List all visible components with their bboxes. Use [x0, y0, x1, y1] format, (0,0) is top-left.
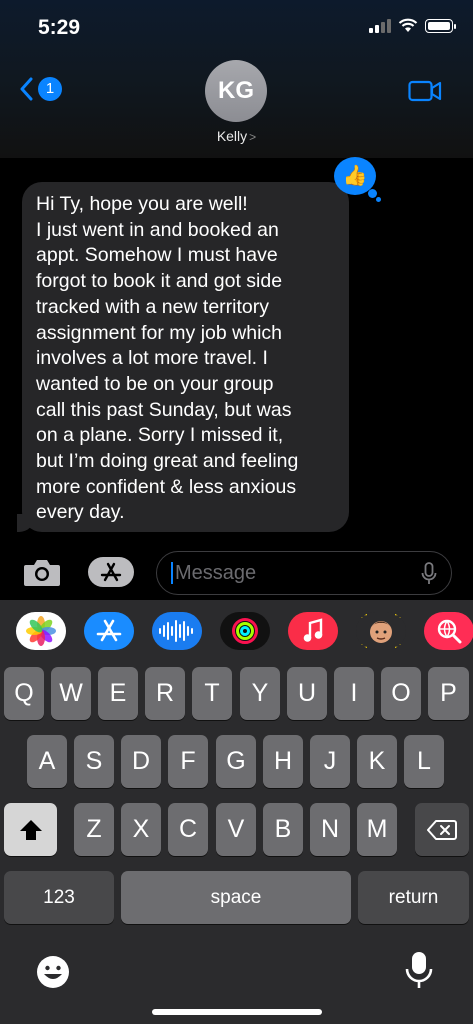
tapback-tail — [368, 189, 377, 198]
back-button[interactable]: 1 — [20, 77, 62, 101]
photos-app[interactable] — [16, 612, 66, 650]
dictation-button[interactable] — [421, 562, 437, 591]
message-placeholder: Message — [175, 561, 257, 584]
key-d[interactable]: D — [121, 735, 161, 788]
video-camera-icon — [408, 80, 442, 102]
keyboard-dictation-button[interactable] — [404, 950, 434, 997]
key-y[interactable]: Y — [240, 667, 280, 720]
conversation-header: 5:29 1 KG Kelly > — [0, 0, 473, 158]
camera-button[interactable] — [22, 557, 62, 592]
shift-arrow-icon — [19, 819, 42, 840]
key-k[interactable]: K — [357, 735, 397, 788]
key-m[interactable]: M — [357, 803, 397, 856]
chevron-right-icon: > — [249, 130, 257, 144]
return-key[interactable]: return — [358, 871, 469, 924]
key-t[interactable]: T — [192, 667, 232, 720]
key-c[interactable]: C — [168, 803, 208, 856]
key-a[interactable]: A — [27, 735, 67, 788]
app-store-button[interactable] — [88, 557, 134, 587]
key-x[interactable]: X — [121, 803, 161, 856]
numbers-key[interactable]: 123 — [4, 871, 114, 924]
camera-icon — [24, 560, 60, 586]
cellular-signal-icon — [369, 18, 391, 33]
key-o[interactable]: O — [381, 667, 421, 720]
facetime-video-button[interactable] — [408, 80, 442, 107]
wifi-icon — [398, 18, 418, 32]
key-r[interactable]: R — [145, 667, 185, 720]
status-icons — [369, 18, 456, 33]
music-app[interactable] — [288, 612, 338, 650]
battery-icon — [425, 18, 456, 33]
audio-message-app[interactable] — [152, 612, 202, 650]
unread-count-badge: 1 — [38, 77, 62, 101]
memoji-app[interactable] — [356, 612, 406, 650]
imessage-apps-row — [0, 612, 473, 654]
contact-name-label: Kelly — [216, 128, 248, 144]
message-input[interactable]: Message — [156, 551, 452, 595]
emoji-button[interactable] — [34, 953, 72, 996]
key-e[interactable]: E — [98, 667, 138, 720]
key-h[interactable]: H — [263, 735, 303, 788]
message-text: Hi Ty, hope you are well! I just went in… — [36, 193, 299, 524]
app-store-app[interactable] — [84, 612, 134, 650]
key-j[interactable]: J — [310, 735, 350, 788]
key-f[interactable]: F — [168, 735, 208, 788]
space-key[interactable]: space — [121, 871, 351, 924]
home-indicator[interactable] — [152, 1009, 322, 1015]
key-i[interactable]: I — [334, 667, 374, 720]
key-p[interactable]: P — [428, 667, 469, 720]
key-w[interactable]: W — [51, 667, 91, 720]
search-images-app[interactable] — [424, 612, 473, 650]
waveform-icon — [159, 620, 193, 642]
key-n[interactable]: N — [310, 803, 350, 856]
photos-icon — [26, 616, 56, 646]
tapback-tail-small — [376, 197, 381, 202]
microphone-icon — [405, 952, 433, 988]
activity-rings-icon — [232, 618, 258, 644]
key-g[interactable]: G — [216, 735, 256, 788]
microphone-icon — [421, 562, 437, 584]
chevron-left-icon — [20, 77, 33, 101]
key-v[interactable]: V — [216, 803, 256, 856]
key-s[interactable]: S — [74, 735, 114, 788]
globe-search-icon — [437, 619, 462, 644]
key-u[interactable]: U — [287, 667, 327, 720]
memoji-icon — [359, 612, 403, 650]
activity-app[interactable] — [220, 612, 270, 650]
key-z[interactable]: Z — [74, 803, 114, 856]
status-time: 5:29 — [38, 16, 81, 39]
backspace-key[interactable] — [415, 803, 469, 856]
text-cursor — [171, 562, 173, 584]
shift-key[interactable] — [4, 803, 57, 856]
app-store-icon — [96, 619, 122, 642]
app-store-icon — [100, 562, 122, 582]
key-q[interactable]: Q — [4, 667, 44, 720]
contact-name[interactable]: Kelly > — [0, 128, 473, 144]
received-message-bubble[interactable]: Hi Ty, hope you are well! I just went in… — [17, 182, 349, 532]
key-b[interactable]: B — [263, 803, 303, 856]
delete-icon — [427, 819, 457, 840]
emoji-smiley-icon — [37, 956, 69, 988]
key-l[interactable]: L — [404, 735, 444, 788]
music-note-icon — [303, 618, 323, 642]
keyboard: Q W E R T Y U I O P A S D F G H J K L Z … — [0, 600, 473, 1024]
contact-avatar[interactable]: KG — [205, 60, 267, 122]
